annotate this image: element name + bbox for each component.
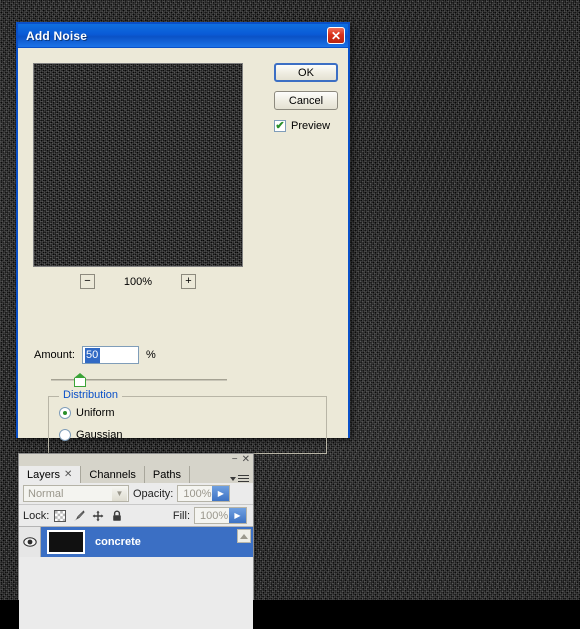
lock-row: Lock: Fill: 100%	[19, 505, 253, 527]
radio-uniform-label: Uniform	[76, 407, 115, 419]
checkbox-icon: ✔	[274, 120, 286, 132]
blend-mode-row: Normal ▼ Opacity: 100% ▶	[19, 483, 253, 505]
layers-panel: − ✕ Layers ✕ Channels Paths Normal ▼ Opa…	[18, 453, 254, 600]
close-icon[interactable]: ✕	[327, 27, 345, 44]
blend-mode-value: Normal	[28, 488, 63, 500]
dialog-body: − 100% + Amount: 50 % Distribution Unifo…	[18, 48, 348, 438]
lock-position-icon[interactable]	[92, 510, 104, 522]
radio-gaussian[interactable]: Gaussian	[59, 429, 122, 441]
dialog-titlebar[interactable]: Add Noise ✕	[18, 24, 348, 48]
ok-button[interactable]: OK	[274, 63, 338, 82]
eye-icon	[23, 537, 37, 547]
chevron-right-icon[interactable]: ▶	[212, 486, 229, 501]
tab-layers[interactable]: Layers ✕	[19, 466, 81, 483]
radio-gaussian-indicator	[59, 429, 71, 441]
scrollbar-up-button[interactable]	[237, 529, 251, 543]
zoom-in-button[interactable]: +	[181, 274, 196, 289]
chevron-right-icon[interactable]: ▶	[229, 508, 246, 523]
layer-name-label: concrete	[95, 536, 141, 548]
radio-uniform[interactable]: Uniform	[59, 407, 115, 419]
chevron-down-icon: ▼	[112, 486, 127, 501]
tab-paths[interactable]: Paths	[145, 466, 190, 483]
layer-thumbnail[interactable]	[47, 530, 85, 554]
blend-mode-select[interactable]: Normal ▼	[23, 485, 129, 502]
preview-checkbox-label: Preview	[291, 120, 330, 132]
tab-layers-label: Layers	[27, 469, 60, 481]
preview-zoom-controls: − 100% +	[33, 274, 243, 289]
fill-value: 100%	[195, 510, 228, 522]
opacity-value: 100%	[178, 488, 211, 500]
distribution-legend: Distribution	[59, 389, 122, 401]
noise-preview-image[interactable]	[33, 63, 243, 267]
zoom-out-button[interactable]: −	[80, 274, 95, 289]
radio-uniform-indicator	[59, 407, 71, 419]
lock-label: Lock:	[23, 510, 49, 522]
opacity-field[interactable]: 100% ▶	[177, 485, 230, 502]
panel-titlebar[interactable]: − ✕	[19, 454, 253, 466]
amount-unit-label: %	[146, 349, 156, 361]
opacity-label: Opacity:	[133, 488, 173, 500]
amount-label: Amount:	[34, 349, 75, 361]
fill-label: Fill:	[173, 510, 190, 522]
panel-tabs: Layers ✕ Channels Paths	[19, 466, 253, 483]
cancel-button[interactable]: Cancel	[274, 91, 338, 110]
close-icon[interactable]: ✕	[64, 469, 72, 480]
amount-slider-thumb[interactable]	[73, 373, 86, 387]
amount-slider[interactable]	[51, 373, 227, 387]
layer-row-concrete[interactable]: concrete	[19, 527, 253, 557]
amount-input-value: 50	[85, 348, 100, 363]
tab-channels[interactable]: Channels	[81, 466, 144, 483]
layer-list: concrete	[19, 527, 253, 599]
panel-window-buttons: − ✕	[232, 454, 250, 465]
dialog-button-column: OK Cancel ✔ Preview	[274, 63, 338, 132]
preview-checkbox[interactable]: ✔ Preview	[274, 120, 338, 132]
amount-row: Amount: 50 %	[34, 346, 156, 364]
amount-input[interactable]: 50	[82, 346, 139, 364]
close-icon[interactable]: ✕	[242, 454, 250, 465]
zoom-level-label: 100%	[121, 276, 155, 288]
fill-field[interactable]: 100% ▶	[194, 507, 247, 524]
tab-paths-label: Paths	[153, 469, 181, 481]
radio-gaussian-label: Gaussian	[76, 429, 122, 441]
add-noise-dialog: Add Noise ✕ − 100% + Amount: 50 % Distri…	[16, 22, 350, 438]
minimize-icon[interactable]: −	[232, 454, 238, 465]
lock-pixels-icon[interactable]	[73, 510, 85, 522]
lock-icons	[54, 510, 123, 522]
fill-group: Fill: 100% ▶	[173, 507, 249, 524]
dialog-title: Add Noise	[26, 29, 327, 43]
layer-visibility-toggle[interactable]	[19, 527, 41, 557]
distribution-group: Distribution Uniform Gaussian	[48, 396, 327, 454]
lock-transparency-icon[interactable]	[54, 510, 66, 522]
tab-channels-label: Channels	[89, 469, 135, 481]
lock-all-icon[interactable]	[111, 510, 123, 522]
panel-menu-icon[interactable]	[230, 475, 249, 482]
layer-list-empty-area	[19, 557, 253, 629]
